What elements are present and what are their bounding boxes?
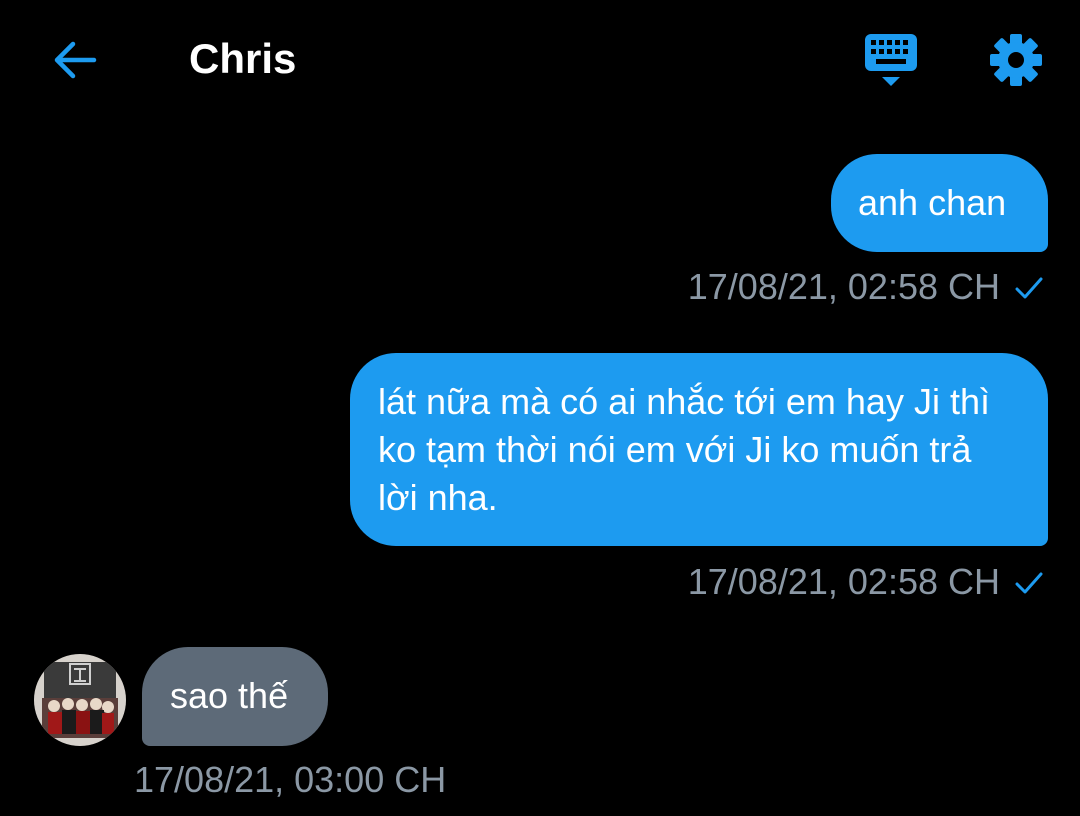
check-icon (1015, 572, 1043, 594)
app-header: Chris (0, 0, 1080, 120)
message-timestamp: 17/08/21, 03:00 CH (134, 759, 447, 800)
message-text: sao thế (170, 675, 289, 716)
back-button[interactable] (44, 30, 104, 90)
conversation-title: Chris (189, 35, 297, 82)
avatar[interactable] (34, 654, 126, 746)
message-bubble-outgoing[interactable]: lát nữa mà có ai nhắc tới em hay Ji thì … (350, 353, 1048, 546)
arrow-left-icon (54, 41, 97, 79)
message-text: anh chan (858, 182, 1007, 223)
message-timestamp: 17/08/21, 02:58 CH (687, 266, 1000, 307)
keyboard-icon (865, 34, 917, 86)
message-bubble-outgoing[interactable]: anh chan (831, 154, 1048, 252)
message-timestamp: 17/08/21, 02:58 CH (687, 561, 1000, 602)
avatar-image (34, 654, 126, 746)
keyboard-button[interactable] (856, 28, 926, 92)
check-icon (1015, 277, 1043, 299)
gear-icon (990, 34, 1042, 86)
settings-button[interactable] (986, 30, 1046, 90)
message-bubble-incoming[interactable]: sao thế (142, 647, 328, 746)
message-text: lát nữa mà có ai nhắc tới em hay Ji thì … (378, 381, 990, 518)
